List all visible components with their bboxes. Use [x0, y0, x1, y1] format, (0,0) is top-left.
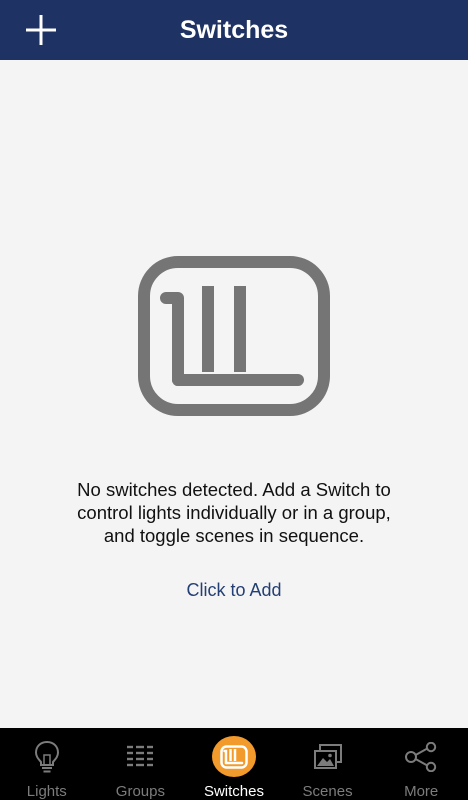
- tab-scenes[interactable]: Scenes: [281, 728, 375, 800]
- share-nodes-icon: [405, 741, 437, 772]
- switch-icon: [220, 744, 248, 769]
- empty-message-line: No switches detected. Add a Switch to: [77, 479, 391, 500]
- tab-switches[interactable]: Switches: [187, 728, 281, 800]
- tab-lights[interactable]: Lights: [0, 728, 94, 800]
- empty-state: No switches detected. Add a Switch to co…: [0, 60, 468, 728]
- top-bar: Switches: [0, 0, 468, 60]
- tab-label: Lights: [26, 783, 67, 800]
- tab-label: Groups: [115, 783, 165, 800]
- plus-icon: [26, 15, 56, 45]
- tab-more[interactable]: More: [374, 728, 468, 800]
- switch-device-icon: [138, 256, 330, 416]
- tab-label: Switches: [203, 783, 264, 800]
- empty-message-line: and toggle scenes in sequence.: [103, 525, 365, 546]
- add-button[interactable]: [22, 11, 60, 49]
- tab-label: Scenes: [302, 783, 353, 800]
- tab-bar: Lights Groups Switches Scenes More: [0, 728, 468, 800]
- page-title: Switches: [179, 15, 289, 44]
- lightbulb-icon: [34, 740, 59, 772]
- scenes-icon: [313, 743, 342, 769]
- tab-groups[interactable]: Groups: [94, 728, 188, 800]
- click-to-add-link[interactable]: Click to Add: [134, 580, 334, 601]
- tab-label: More: [404, 783, 439, 800]
- groups-icon: [127, 745, 154, 766]
- empty-message-line: control lights individually or in a grou…: [77, 502, 391, 523]
- empty-message: No switches detected. Add a Switch to co…: [30, 478, 438, 547]
